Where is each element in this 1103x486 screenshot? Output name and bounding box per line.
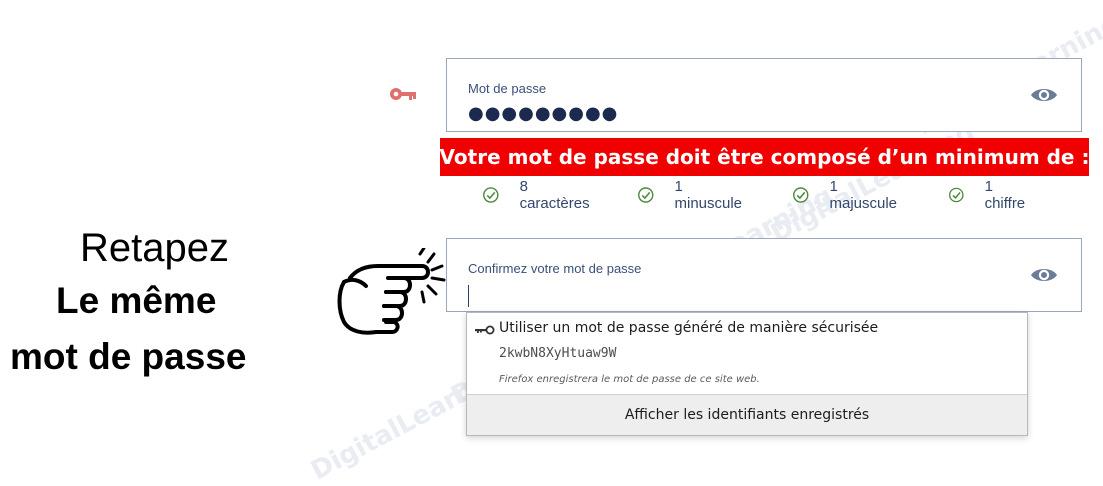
requirements-banner: Votre mot de passe doit être composé d’u… [440,138,1089,176]
generated-password-option[interactable]: Utiliser un mot de passe généré de maniè… [467,313,1027,397]
password-field[interactable]: Mot de passe ●●●●●●●●● [446,58,1082,132]
password-value: ●●●●●●●●● [468,103,619,124]
eye-icon[interactable] [1029,264,1059,286]
rule-uppercase: 1 majuscule [792,178,900,212]
text-caret [468,285,469,307]
check-circle-icon [638,187,654,203]
instruction-line-1: Retapez [80,226,229,270]
popup-title: Utiliser un mot de passe généré de maniè… [499,320,879,336]
rule-label: 8 caractères [519,178,590,212]
pointing-hand-icon [337,248,446,335]
rule-lowercase: 1 minuscule [637,178,745,212]
popup-note: Firefox enregistrera le mot de passe de … [499,374,760,385]
show-saved-logins-button[interactable]: Afficher les identifiants enregistrés [467,394,1027,435]
instruction-line-3: mot de passe [10,336,247,377]
key-icon [475,325,495,335]
rule-digit: 1 chiffre [948,178,1029,212]
key-icon [390,88,416,100]
rule-label: 1 majuscule [829,178,898,212]
eye-icon[interactable] [1029,84,1059,106]
rule-label: 1 minuscule [674,178,743,212]
password-label: Mot de passe [468,81,547,96]
check-circle-icon [948,187,964,203]
instruction-line-2: Le même [56,280,217,321]
rule-label: 1 chiffre [984,178,1026,212]
check-circle-icon [483,187,499,203]
confirm-password-field[interactable]: Confirmez votre mot de passe [446,238,1082,312]
rule-length: 8 caractères [482,178,592,212]
generated-password: 2kwbN8XyHtuaw9W [499,346,617,361]
password-suggestion-popup: Utiliser un mot de passe généré de maniè… [466,312,1028,436]
confirm-password-label: Confirmez votre mot de passe [468,261,642,276]
check-circle-icon [793,187,809,203]
